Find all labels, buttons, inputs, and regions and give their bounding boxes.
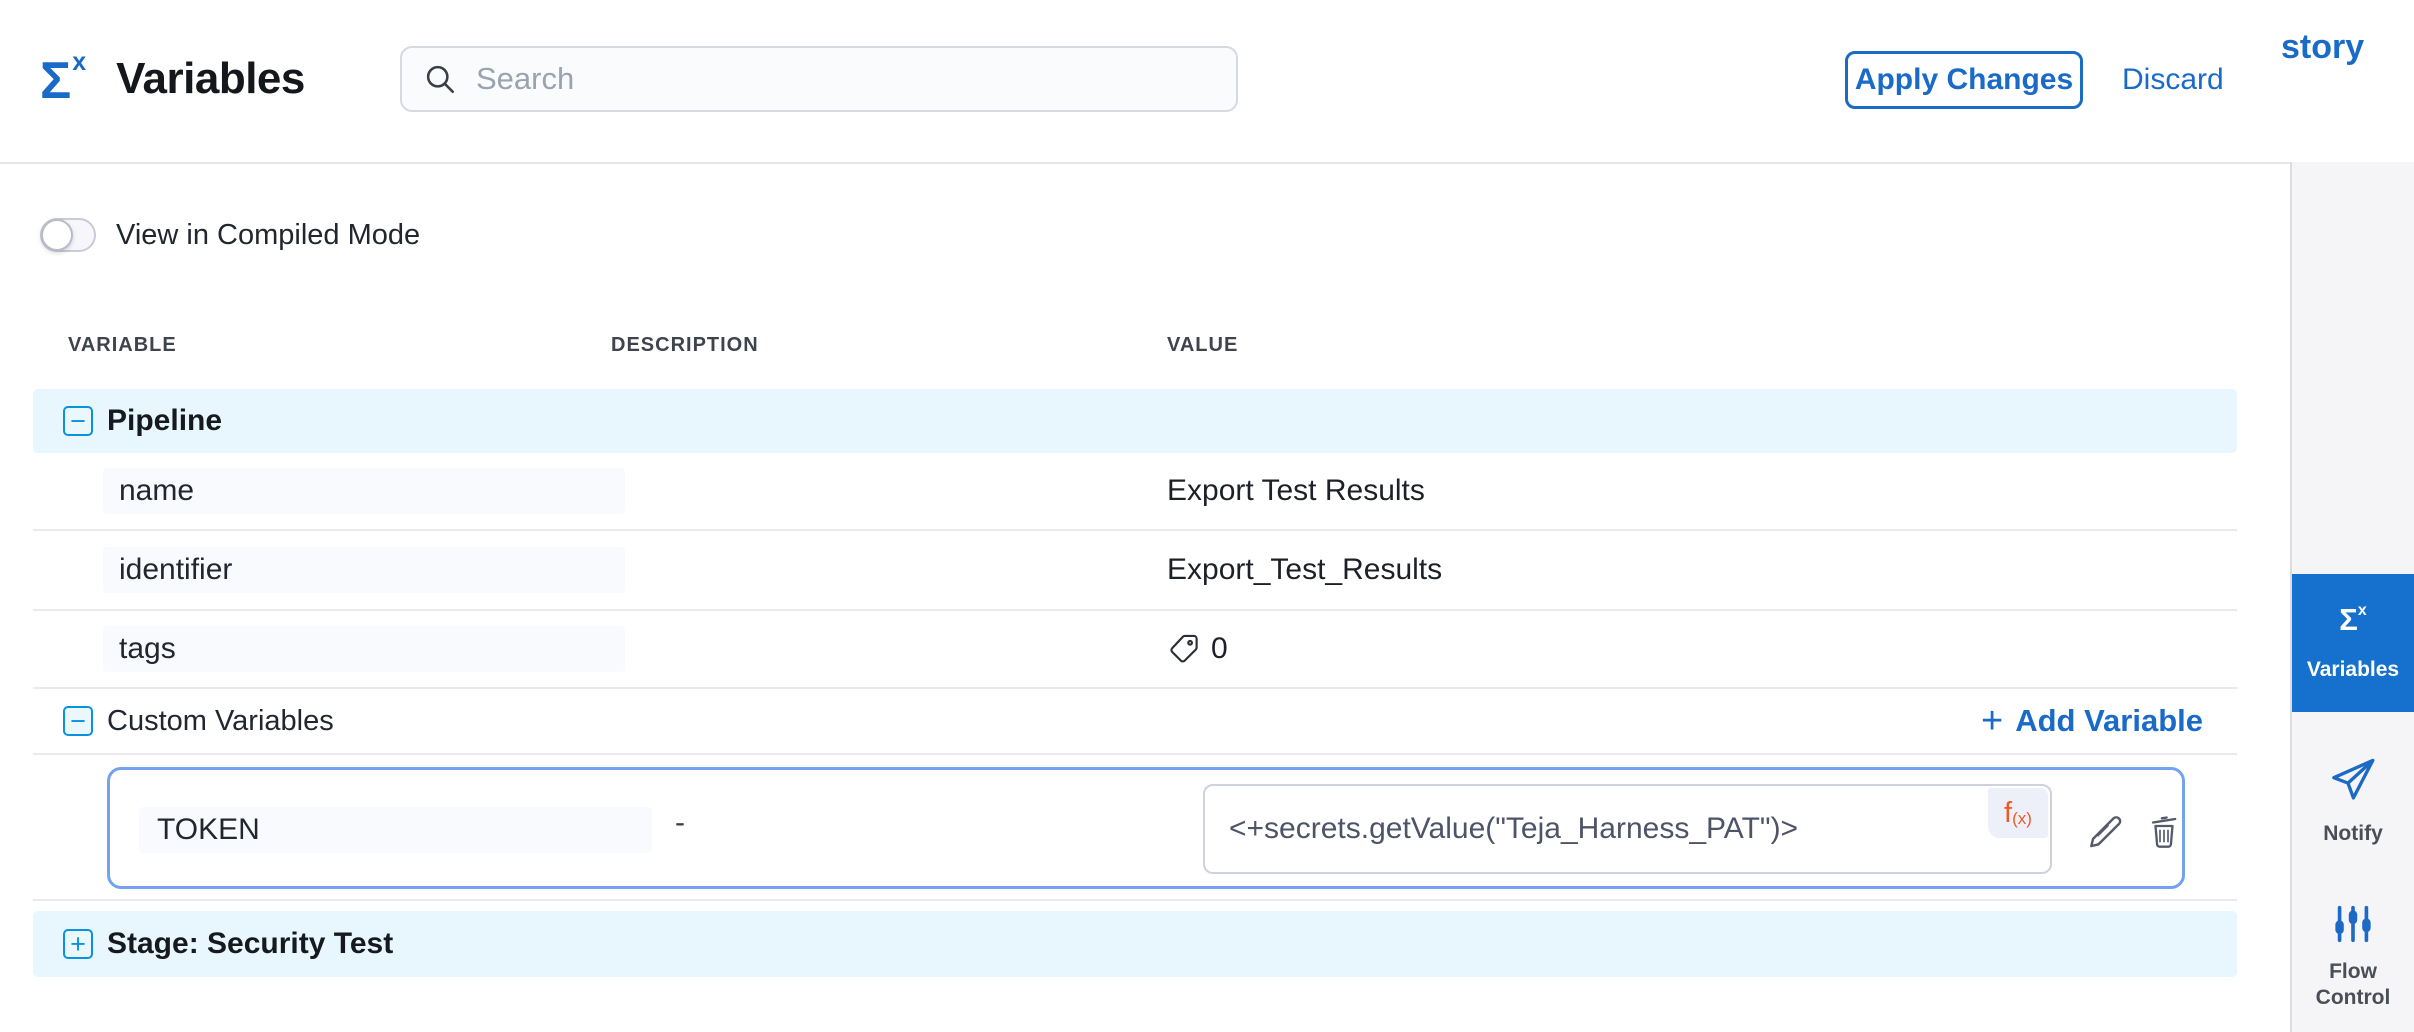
title-area: Σx Variables	[40, 50, 305, 107]
compiled-mode-label: View in Compiled Mode	[116, 219, 420, 252]
sliders-icon	[2330, 901, 2376, 947]
sigma-glyph: Σ	[2339, 602, 2358, 637]
toggle-knob	[41, 219, 73, 251]
drawer-header: Σx Variables Apply Changes Discard	[0, 0, 2414, 162]
expand-icon[interactable]: +	[63, 929, 93, 959]
page-title: Variables	[116, 54, 305, 104]
discard-button[interactable]: Discard	[2122, 63, 2224, 97]
pencil-icon	[2085, 810, 2127, 852]
tags-count: 0	[1211, 632, 1228, 666]
custom-variable-section: TOKEN - <+secrets.getValue("Teja_Harness…	[33, 755, 2237, 901]
stage-group-label: Stage: Security Test	[107, 927, 393, 961]
rail-item-label: Flow Control	[2292, 959, 2414, 1012]
tags-value: 0	[1167, 632, 1228, 666]
stage-group-row[interactable]: + Stage: Security Test	[33, 911, 2237, 977]
history-link-partial[interactable]: story	[2281, 28, 2364, 67]
sigma-x-icon: Σx	[2339, 603, 2367, 635]
custom-variable-card: TOKEN - <+secrets.getValue("Teja_Harness…	[107, 767, 2185, 889]
compiled-mode-toggle[interactable]	[40, 218, 96, 252]
custom-variable-value-input[interactable]: <+secrets.getValue("Teja_Harness_PAT")> …	[1203, 784, 2052, 874]
paper-plane-icon	[2328, 755, 2378, 805]
compiled-mode-row: View in Compiled Mode	[40, 218, 420, 252]
collapse-icon[interactable]: −	[63, 706, 93, 736]
expression-fx-badge[interactable]: f (x)	[1988, 788, 2048, 838]
custom-variables-group-row[interactable]: − Custom Variables + Add Variable	[33, 689, 2237, 755]
collapse-icon[interactable]: −	[63, 406, 93, 436]
column-header-value: VALUE	[1167, 334, 1238, 357]
variables-table: − Pipeline name Export Test Results iden…	[33, 389, 2237, 977]
apply-changes-button[interactable]: Apply Changes	[1845, 51, 2083, 109]
pipeline-group-label: Pipeline	[107, 404, 222, 438]
search-box[interactable]	[400, 46, 1238, 112]
variable-value: Export Test Results	[1167, 474, 1425, 508]
variable-name-field: name	[103, 468, 625, 514]
edit-variable-button[interactable]	[2084, 809, 2128, 853]
rail-item-label: Variables	[2307, 657, 2399, 683]
variable-name-field: identifier	[103, 547, 625, 593]
custom-variable-value: <+secrets.getValue("Teja_Harness_PAT")>	[1229, 812, 1798, 846]
plus-icon: +	[1981, 706, 2003, 736]
search-icon	[422, 61, 458, 97]
table-row: name Export Test Results	[33, 453, 2237, 531]
header-divider	[0, 162, 2290, 164]
column-header-description: DESCRIPTION	[611, 334, 759, 357]
right-rail: Σx Variables Notify Flow Control	[2290, 95, 2414, 1032]
rail-item-notify[interactable]: Notify	[2292, 755, 2414, 847]
variable-name-field: tags	[103, 626, 625, 672]
table-row: tags 0	[33, 611, 2237, 689]
sigma-sup: x	[72, 48, 86, 76]
rail-item-variables[interactable]: Σx Variables	[2292, 574, 2414, 712]
rail-item-label: Notify	[2323, 821, 2383, 847]
add-variable-label: Add Variable	[2015, 703, 2203, 739]
custom-variable-name-field: TOKEN	[139, 807, 652, 853]
variable-value: Export_Test_Results	[1167, 553, 1442, 587]
rail-item-flow-control[interactable]: Flow Control	[2292, 901, 2414, 1012]
custom-variables-label: Custom Variables	[107, 705, 334, 738]
search-input[interactable]	[476, 61, 1176, 97]
fx-sub-glyph: (x)	[2012, 809, 2032, 829]
add-variable-button[interactable]: + Add Variable	[1981, 703, 2203, 739]
delete-variable-button[interactable]	[2142, 809, 2186, 853]
fx-glyph: f	[2004, 797, 2012, 830]
column-header-variable: VARIABLE	[68, 334, 177, 357]
table-row: identifier Export_Test_Results	[33, 531, 2237, 611]
sigma-glyph: Σ	[40, 52, 71, 110]
custom-variable-description: -	[675, 806, 685, 840]
pipeline-group-row[interactable]: − Pipeline	[33, 389, 2237, 453]
tag-icon	[1167, 632, 1201, 666]
sigma-sup: x	[2358, 602, 2367, 619]
sigma-x-icon: Σx	[40, 50, 86, 107]
trash-icon	[2144, 811, 2184, 851]
